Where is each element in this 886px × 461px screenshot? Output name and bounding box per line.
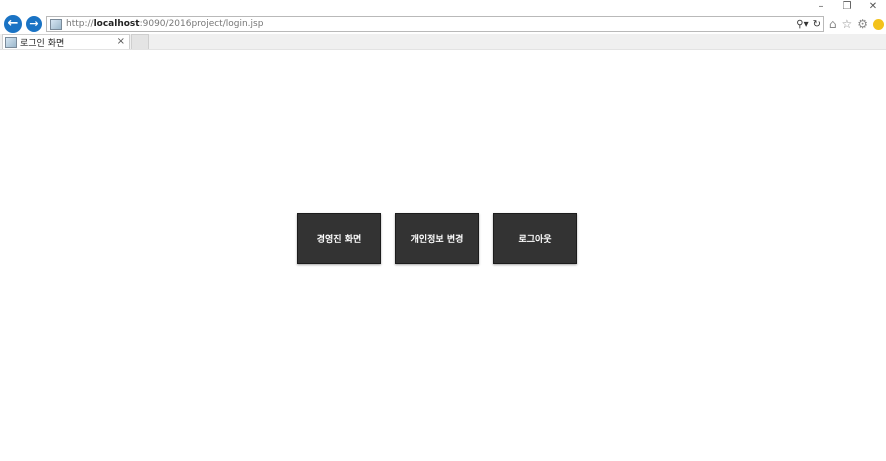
close-window-button[interactable]: ✕	[860, 0, 886, 14]
browser-toolbar: ⌂ ☆ ⚙	[824, 16, 884, 32]
url-scheme: http://	[66, 19, 94, 29]
admin-screen-button[interactable]: 경영진 화면	[297, 213, 381, 264]
browser-window: – ❐ ✕ ← → http://localhost:9090/2016proj…	[0, 0, 886, 461]
new-tab-button[interactable]	[131, 34, 149, 49]
edit-profile-button[interactable]: 개인정보 변경	[395, 213, 479, 264]
window-controls: – ❐ ✕	[808, 0, 886, 14]
url-path: :9090/2016project/login.jsp	[139, 19, 264, 29]
search-icon[interactable]: ⚲▾	[796, 19, 808, 30]
page-content: 경영진 화면 개인정보 변경 로그아웃	[0, 50, 886, 461]
tab-bar: 로그인 화면 ×	[0, 34, 886, 50]
forward-arrow-icon[interactable]: →	[26, 16, 42, 32]
minimize-button[interactable]: –	[808, 0, 834, 14]
back-arrow-icon[interactable]: ←	[4, 15, 22, 33]
tab-close-icon[interactable]: ×	[117, 35, 125, 49]
address-tools: ⚲▾ ↻	[792, 17, 821, 31]
tab-title: 로그인 화면	[20, 38, 65, 49]
url-host: localhost	[93, 19, 140, 29]
tab-login[interactable]: 로그인 화면 ×	[2, 34, 130, 49]
home-icon[interactable]: ⌂	[829, 17, 837, 31]
page-icon	[50, 18, 62, 30]
refresh-icon[interactable]: ↻	[813, 19, 821, 30]
star-icon[interactable]: ☆	[841, 17, 852, 31]
navigation-bar: ← → http://localhost:9090/2016project/lo…	[0, 14, 886, 34]
logout-button[interactable]: 로그아웃	[493, 213, 577, 264]
address-bar[interactable]: http://localhost:9090/2016project/login.…	[46, 16, 824, 32]
restore-button[interactable]: ❐	[834, 0, 860, 14]
gear-icon[interactable]: ⚙	[857, 17, 868, 31]
smiley-icon[interactable]	[873, 18, 884, 30]
tab-page-icon	[5, 36, 17, 48]
